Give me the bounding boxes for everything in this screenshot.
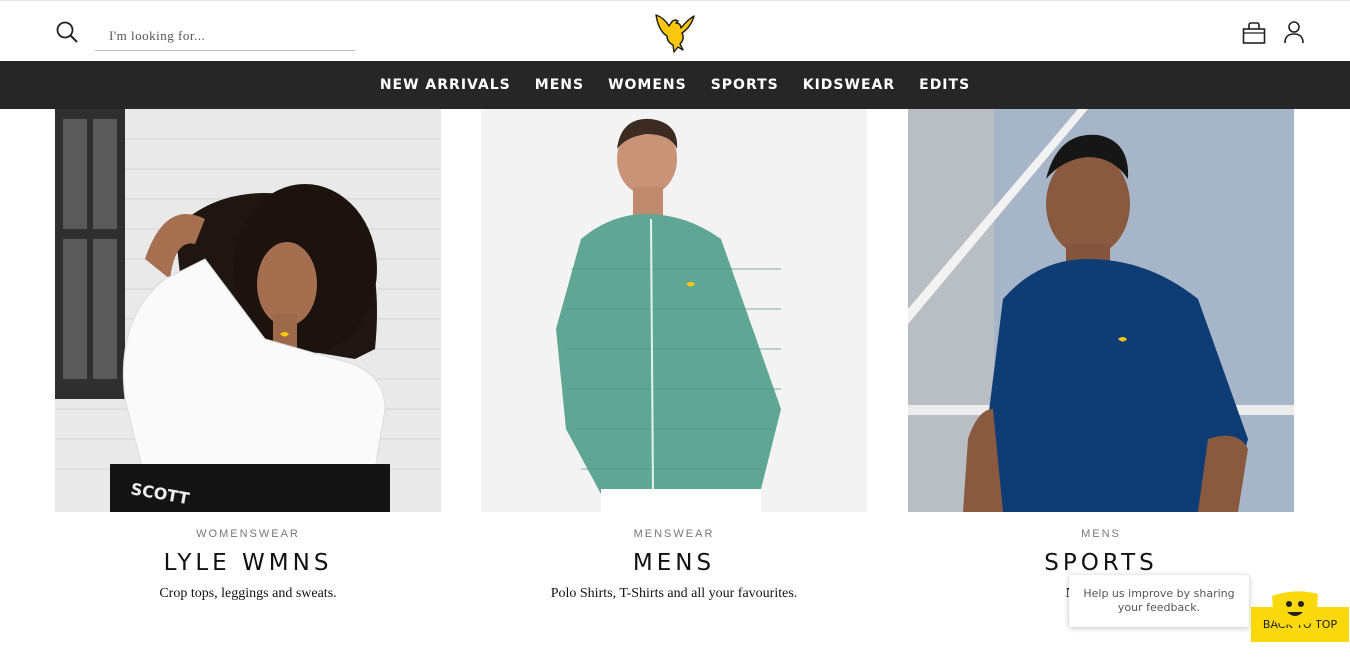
card-description: Polo Shirts, T-Shirts and all your favou… (550, 586, 798, 601)
card-description: Crop tops, leggings and sweats. (159, 586, 337, 601)
account-icon[interactable] (1284, 20, 1304, 44)
nav-edits[interactable]: EDITS (907, 77, 982, 93)
card-title[interactable]: MENS (481, 550, 867, 576)
top-header (0, 0, 1350, 62)
card-category: MENSWEAR (633, 528, 715, 540)
menswear-image[interactable] (481, 109, 867, 512)
nav-sports[interactable]: SPORTS (699, 77, 791, 93)
womenswear-image[interactable]: SCOTT (55, 109, 441, 512)
category-card-sports[interactable]: MENS SPORTS New drop fo (908, 109, 1294, 602)
search-input[interactable] (95, 21, 355, 51)
sports-image[interactable] (908, 109, 1294, 512)
shopping-bag-icon[interactable] (1242, 21, 1266, 45)
nav-womens[interactable]: WOMENS (596, 77, 699, 93)
category-card-menswear[interactable]: MENSWEAR MENS Polo Shirts, T-Shirts and … (481, 109, 867, 602)
feedback-text: Help us improve by sharing your feedback… (1083, 587, 1235, 614)
nav-mens[interactable]: MENS (523, 77, 596, 93)
main-navigation: NEW ARRIVALS MENS WOMENS SPORTS KIDSWEAR… (0, 61, 1350, 109)
feedback-bot-icon[interactable] (1270, 588, 1320, 628)
card-title[interactable]: SPORTS (908, 550, 1294, 576)
search-icon[interactable] (56, 21, 78, 43)
nav-kidswear[interactable]: KIDSWEAR (791, 77, 907, 93)
card-title[interactable]: LYLE WMNS (55, 550, 441, 576)
feedback-prompt[interactable]: Help us improve by sharing your feedback… (1069, 575, 1249, 627)
nav-new-arrivals[interactable]: NEW ARRIVALS (368, 77, 523, 93)
category-card-womenswear[interactable]: SCOTT WOMENSWEAR LYLE WMNS Crop tops, le… (55, 109, 441, 602)
eagle-logo[interactable] (652, 11, 696, 55)
card-category: MENS (1081, 528, 1121, 540)
card-category: WOMENSWEAR (196, 528, 300, 540)
